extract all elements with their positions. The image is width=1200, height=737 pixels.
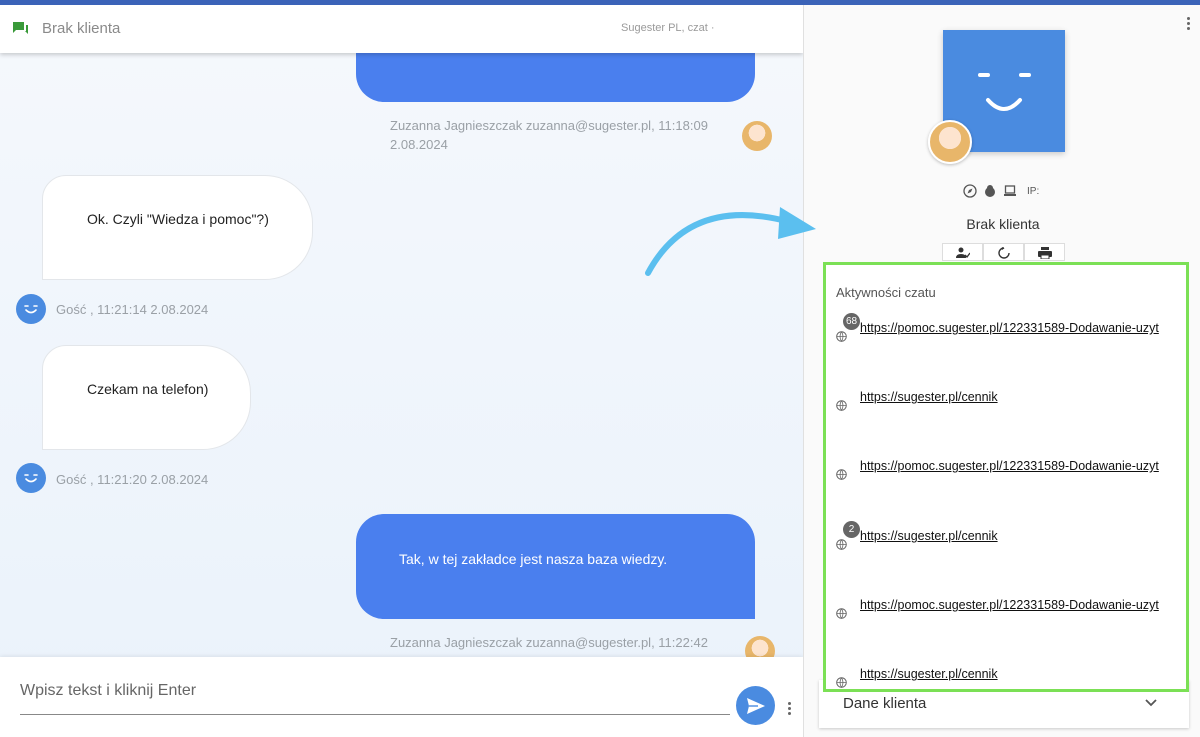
refresh-icon (997, 247, 1010, 259)
agent-message-meta: Zuzanna Jagnieszczak zuzanna@sugester.pl… (390, 635, 708, 650)
agent-avatar (742, 121, 772, 151)
guest-message-bubble: Czekam na telefon) (42, 345, 251, 450)
chat-activity-panel: Aktywności czatu https://pomoc.sugester.… (823, 262, 1189, 692)
globe-icon (836, 331, 847, 342)
activity-link[interactable]: https://sugester.pl/cennik (860, 667, 1176, 681)
chevron-down-icon (1145, 699, 1157, 707)
send-button[interactable] (736, 686, 775, 725)
smiley-icon (24, 305, 38, 314)
activity-link[interactable]: https://pomoc.sugester.pl/122331589-Doda… (860, 321, 1176, 335)
message-composer: Wpisz tekst i kliknij Enter (0, 657, 803, 737)
print-icon (1037, 247, 1052, 259)
send-icon (746, 697, 765, 714)
client-name: Brak klienta (966, 216, 1040, 232)
chat-panel: Brak klienta Sugester PL, czat · Zuzanna… (0, 5, 803, 737)
meta-line: Zuzanna Jagnieszczak zuzanna@sugester.pl… (390, 118, 708, 133)
visit-count-badge: 2 (843, 521, 860, 538)
activity-title: Aktywności czatu (836, 285, 936, 300)
guest-message-text: Czekam na telefon) (87, 381, 209, 397)
chat-subtitle: Sugester PL, czat · (621, 22, 715, 34)
meta-line: 2.08.2024 (390, 137, 448, 152)
agent-message-bubble: Tak, w tej zakładce jest nasza baza wied… (356, 514, 755, 619)
chat-title: Brak klienta (42, 20, 121, 37)
globe-icon (836, 608, 847, 619)
linux-icon (985, 185, 995, 197)
activity-item: https://sugester.pl/cennik (836, 390, 1186, 414)
activity-item: https://sugester.pl/cennik 2 (836, 521, 1186, 553)
activity-link[interactable]: https://sugester.pl/cennik (860, 529, 1176, 543)
sidebar-menu-button[interactable] (1187, 17, 1191, 31)
activity-item: https://pomoc.sugester.pl/122331589-Doda… (836, 459, 1186, 483)
ip-label: IP: (1027, 185, 1040, 197)
activity-item: https://sugester.pl/cennik (836, 667, 1186, 689)
client-data-label: Dane klienta (843, 695, 927, 712)
chat-header: Brak klienta Sugester PL, czat · (0, 5, 803, 53)
activity-link[interactable]: https://pomoc.sugester.pl/122331589-Doda… (860, 459, 1176, 473)
guest-message-meta: Gość , 11:21:14 2.08.2024 (56, 302, 209, 317)
guest-avatar (16, 294, 46, 324)
input-underline (20, 714, 730, 715)
guest-avatar (16, 463, 46, 493)
assign-client-button[interactable] (942, 243, 983, 261)
activity-item: https://pomoc.sugester.pl/122331589-Doda… (836, 598, 1186, 622)
chat-bubbles-icon (13, 22, 28, 34)
client-info-icons: IP: (963, 184, 1039, 198)
activity-link[interactable]: https://sugester.pl/cennik (860, 390, 1176, 404)
guest-message-bubble: Ok. Czyli "Wiedza i pomoc"?) (42, 175, 313, 280)
smiley-icon (24, 474, 38, 483)
client-actions (942, 243, 1065, 261)
agent-photo (928, 120, 972, 164)
globe-icon (836, 539, 847, 550)
guest-message-meta: Gość , 11:21:20 2.08.2024 (56, 472, 209, 487)
compass-icon (963, 184, 977, 198)
guest-message-text: Ok. Czyli "Wiedza i pomoc"?) (87, 211, 269, 227)
message-input[interactable]: Wpisz tekst i kliknij Enter (20, 682, 196, 700)
arrow-graphic (645, 207, 816, 276)
person-check-icon (955, 247, 970, 258)
agent-message-text: Tak, w tej zakładce jest nasza baza wied… (399, 551, 668, 567)
activity-link[interactable]: https://pomoc.sugester.pl/122331589-Doda… (860, 598, 1176, 612)
refresh-button[interactable] (983, 243, 1024, 261)
print-button[interactable] (1024, 243, 1065, 261)
globe-icon (836, 677, 847, 688)
composer-menu-button[interactable] (788, 702, 792, 716)
laptop-icon (1004, 185, 1016, 196)
visit-count-badge: 68 (843, 313, 861, 330)
globe-icon (836, 469, 847, 480)
agent-message-meta: Zuzanna Jagnieszczak zuzanna@sugester.pl… (390, 116, 708, 154)
activity-item: https://pomoc.sugester.pl/122331589-Doda… (836, 313, 1186, 345)
globe-icon (836, 400, 847, 411)
